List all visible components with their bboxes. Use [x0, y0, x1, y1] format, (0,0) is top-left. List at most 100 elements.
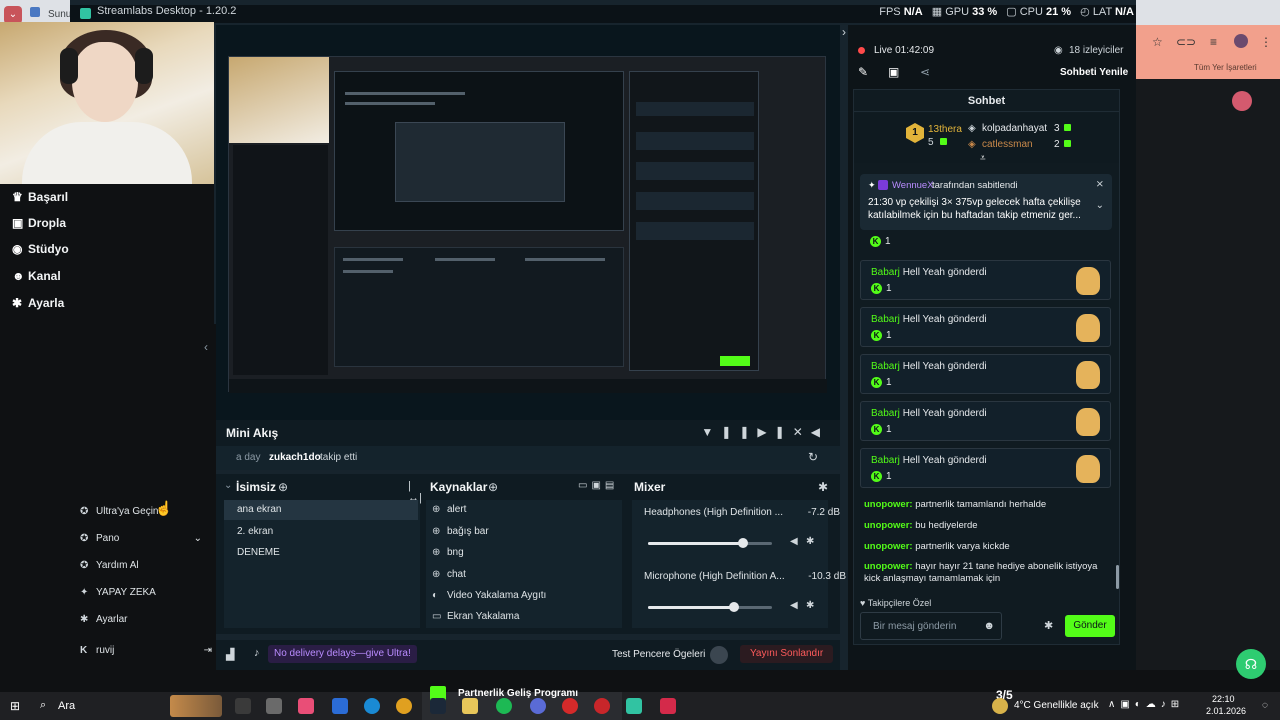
notifications-bell-icon[interactable]: ◌ — [1262, 700, 1268, 711]
clock-date[interactable]: 2.01.2026 — [1206, 706, 1246, 716]
send-button[interactable]: Gönder — [1065, 615, 1115, 637]
chevron-down-icon[interactable]: ⌄ — [1096, 200, 1104, 211]
sidebar-item-drops[interactable]: ▣ Dropla — [12, 216, 66, 230]
scene-item[interactable]: DENEME — [224, 543, 418, 563]
search-icon[interactable]: ⌕ — [40, 699, 46, 712]
help-button[interactable]: ✪ Yardım Al — [80, 560, 139, 571]
windows-start-icon[interactable]: ⊞ — [10, 699, 20, 713]
add-source-icon[interactable]: ⊕ — [488, 480, 498, 494]
source-item[interactable]: ⊕ bağış bar — [432, 526, 489, 537]
source-item[interactable]: ◐ Video Yakalama Aygıtı — [432, 590, 546, 601]
end-stream-button[interactable]: Yayını Sonlandır — [740, 645, 834, 663]
edit-stream-icon[interactable]: ✎ — [858, 65, 868, 79]
kebab-menu-icon[interactable]: ⋮ — [1260, 35, 1272, 49]
skip-icon[interactable]: ▶❚ — [757, 425, 792, 439]
share-icon[interactable]: ⋖ — [920, 65, 930, 79]
test-widgets-label[interactable]: Test Pencere Ögeleri — [612, 649, 705, 660]
steam-icon[interactable] — [430, 698, 446, 714]
source-item[interactable]: ⊕ chat — [432, 569, 466, 580]
volume-slider[interactable] — [648, 538, 772, 548]
speaker-icon[interactable]: ◀ — [790, 600, 798, 611]
profile-avatar[interactable] — [1234, 34, 1248, 48]
add-scene-icon[interactable]: ⊕ — [278, 480, 288, 494]
chat-user[interactable]: Babarj — [871, 267, 900, 278]
chat-user[interactable]: unopower: — [864, 499, 913, 510]
collapse-icon[interactable]: ⩡ — [980, 153, 986, 164]
ultra-promo[interactable]: No delivery delays—give Ultra! — [268, 645, 417, 663]
chat-scrollbar[interactable] — [1116, 565, 1119, 589]
opera-icon[interactable] — [562, 698, 578, 714]
sidebar-item-channel[interactable]: ☻ Kanal — [12, 269, 61, 283]
sidebar-item-settings[interactable]: ✱ Ayarla — [12, 296, 64, 310]
weather-text[interactable]: 4°C Genellikle açık — [1014, 700, 1099, 711]
scene-item[interactable]: 2. ekran — [224, 522, 418, 542]
folder-icon[interactable]: ▭ — [578, 480, 591, 491]
discord-icon[interactable] — [530, 698, 546, 714]
camera-icon[interactable]: ▣ — [888, 65, 899, 79]
event-user[interactable]: zukach1do — [269, 452, 321, 463]
dashboard-button[interactable]: ✪ Pano ⌄ — [80, 533, 202, 544]
chevron-down-icon[interactable]: ⌄ — [224, 480, 232, 491]
chat-user[interactable]: Babarj — [871, 408, 900, 419]
leader-name[interactable]: catlessman — [982, 139, 1033, 150]
bookmark-star-icon[interactable]: ☆ — [1152, 35, 1163, 49]
chat-user[interactable]: Babarj — [871, 314, 900, 325]
chat-user[interactable]: Babarj — [871, 361, 900, 372]
stats-icon[interactable]: ▟ — [226, 648, 234, 661]
menu-icon[interactable]: ≡ — [1210, 35, 1217, 49]
source-item[interactable]: ⊕ bng — [432, 547, 464, 558]
clock-time[interactable]: 22:10 — [1212, 694, 1235, 704]
expand-chat-icon[interactable]: › — [842, 25, 846, 39]
scene-item[interactable]: ana ekran — [224, 500, 418, 520]
system-tray[interactable]: ∧▣◐☁♪⊞ — [1108, 699, 1184, 710]
riot-icon[interactable] — [594, 698, 610, 714]
chat-user[interactable]: unopower: — [864, 520, 913, 531]
source-item[interactable]: ▭ Ekran Yakalama — [432, 611, 519, 622]
ultra-button[interactable]: ✪ Ultra'ya Geçin — [80, 506, 159, 517]
streamlabs-icon[interactable] — [626, 698, 642, 714]
scene-collection-title[interactable]: İsimsiz — [236, 480, 276, 494]
user-avatar[interactable] — [1232, 91, 1252, 111]
pinned-by-user[interactable]: WennueX — [892, 180, 934, 191]
chat-user[interactable]: Babarj — [871, 455, 900, 466]
refresh-chat-button[interactable]: Sohbeti Yenile — [1060, 67, 1128, 78]
copilot-icon[interactable] — [298, 698, 314, 714]
chat-user[interactable]: unopower: — [864, 541, 913, 552]
taskbar-search[interactable]: Ara — [58, 700, 75, 712]
all-bookmarks-link[interactable]: Tüm Yer İşaretleri — [1194, 63, 1257, 72]
lock-icon[interactable]: ▣ — [591, 480, 604, 491]
gear-icon[interactable]: ✱ — [806, 600, 814, 611]
link-icon[interactable]: ⊂⊃ — [1176, 35, 1196, 49]
gear-icon[interactable]: ✱ — [806, 536, 814, 547]
filter-icon[interactable]: ▼ — [701, 425, 721, 439]
volume-icon[interactable]: ◀ — [811, 425, 828, 439]
logout-icon[interactable]: ⇥ — [204, 645, 212, 656]
edge-icon[interactable] — [364, 698, 380, 714]
record-button[interactable] — [710, 646, 728, 664]
spotify-icon[interactable] — [496, 698, 512, 714]
app-red-icon[interactable] — [660, 698, 676, 714]
sidebar-item-studio[interactable]: ◉ Stüdyo — [12, 242, 69, 256]
notification-popup[interactable]: Partnerlik Geliş Programı 3/5 — [422, 686, 1013, 720]
user-account[interactable]: Kruvij ⇥ — [80, 645, 212, 656]
support-chat-icon[interactable]: ☊ — [1236, 649, 1266, 679]
task-view-icon[interactable] — [235, 698, 251, 714]
ai-button[interactable]: ✦ YAPAY ZEKA — [80, 587, 156, 598]
stream-preview[interactable] — [228, 56, 827, 393]
chrome-icon[interactable] — [396, 698, 412, 714]
collapse-sidebar-icon[interactable]: ‹ — [204, 340, 208, 354]
chat-user[interactable]: unopower: — [864, 561, 913, 572]
chat-settings-icon[interactable]: ✱ — [1044, 619, 1053, 632]
chat-input[interactable]: Bir mesaj gönderin ☻ — [860, 612, 1002, 640]
mixer-settings-icon[interactable]: ✱ — [818, 480, 828, 494]
app-icon[interactable] — [332, 698, 348, 714]
leader-name[interactable]: 13thera — [928, 124, 962, 135]
speaker-icon[interactable]: ◀ — [790, 536, 798, 547]
explorer-icon[interactable] — [462, 698, 478, 714]
unpin-icon[interactable]: ⨯ — [1096, 179, 1104, 190]
source-item[interactable]: ⊕ alert — [432, 504, 466, 515]
emoji-icon[interactable]: ☻ — [983, 620, 995, 632]
store-icon[interactable] — [266, 698, 282, 714]
notification-icon[interactable]: ♪ — [254, 647, 260, 659]
settings-button[interactable]: ✱ Ayarlar — [80, 614, 128, 625]
